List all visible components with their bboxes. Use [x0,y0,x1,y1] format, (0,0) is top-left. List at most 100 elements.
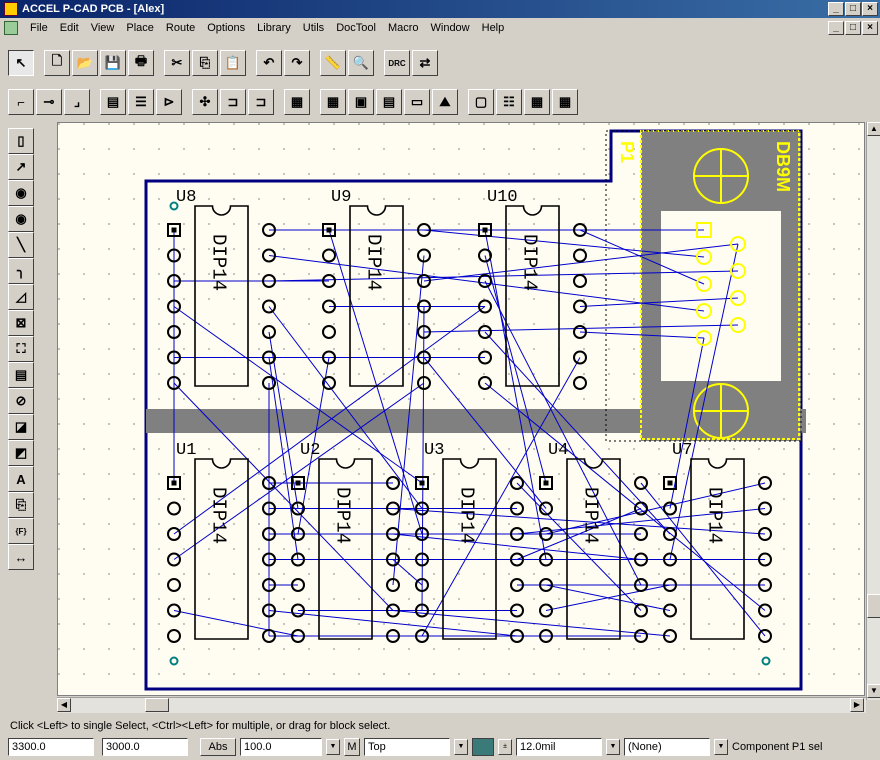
text-tool[interactable]: A [8,466,34,492]
net-select[interactable]: (None) [624,738,710,756]
polygon-tool[interactable]: ◿ [8,284,34,310]
doc-close-button[interactable]: × [862,21,878,35]
text-icon: A [16,471,26,487]
route-miter-button[interactable]: ⊳ [156,89,182,115]
print-button[interactable]: 🖶 [128,50,154,76]
width-spinner[interactable]: ± [498,739,512,755]
menu-library[interactable]: Library [251,22,297,34]
report-table-button[interactable]: ▦ [320,89,346,115]
horizontal-scrollbar[interactable]: ◀ ▶ [57,697,866,713]
close-button[interactable]: × [862,2,878,16]
grid-dropdown-button[interactable]: ▼ [326,739,340,755]
report-layers-button[interactable]: ▤ [376,89,402,115]
menu-help[interactable]: Help [476,22,511,34]
open-button[interactable]: 📂 [72,50,98,76]
component-tool[interactable]: ▯ [8,128,34,154]
scroll-right-button[interactable]: ▶ [850,698,864,712]
route-via-button[interactable]: ✣ [192,89,218,115]
doc-minimize-button[interactable]: _ [828,21,844,35]
connector-ref-label: P1 [617,141,637,163]
y-coordinate-field[interactable]: 3000.0 [102,738,188,756]
field-tool[interactable]: ◪ [8,414,34,440]
doc-restore-button[interactable]: □ [845,21,861,35]
selection-status: Component P1 sel [732,741,823,753]
net-dropdown-button[interactable]: ▼ [714,739,728,755]
arc-tool[interactable]: ╮ [8,258,34,284]
menu-doctool[interactable]: DocTool [330,22,382,34]
menu-view[interactable]: View [85,22,121,34]
menu-file[interactable]: File [24,22,54,34]
pad-tool[interactable]: ◉ [8,180,34,206]
route-push-button[interactable]: ☰ [128,89,154,115]
report-bom-button[interactable]: ☷ [496,89,522,115]
scroll-up-button[interactable]: ▲ [867,122,880,136]
x-coordinate-field[interactable]: 3300.0 [8,738,94,756]
report-3d-button[interactable]: ▦ [524,89,550,115]
m-button[interactable]: M [344,738,360,756]
width-select[interactable]: 12.0mil [516,738,602,756]
copy-button[interactable]: ⎘ [192,50,218,76]
via-tool[interactable]: ◉ [8,206,34,232]
menu-route[interactable]: Route [160,22,201,34]
width-dropdown-button[interactable]: ▼ [606,739,620,755]
component-ref-label: U4 [548,441,568,460]
cut-button[interactable]: ✂ [164,50,190,76]
menu-options[interactable]: Options [201,22,251,34]
route-autorouter-button[interactable]: ▦ [284,89,310,115]
menu-macro[interactable]: Macro [382,22,425,34]
cutout-tool[interactable]: ▤ [8,362,34,388]
minimize-button[interactable]: _ [828,2,844,16]
line-tool[interactable]: ╲ [8,232,34,258]
undo-button[interactable]: ↶ [256,50,282,76]
vertical-scroll-thumb[interactable] [867,594,880,618]
line-icon: ╲ [17,237,25,252]
menu-edit[interactable]: Edit [54,22,85,34]
redo-button[interactable]: ↷ [284,50,310,76]
vertical-scrollbar[interactable]: ▲ ▼ [866,122,880,700]
route-dense-button[interactable]: ⊐ [220,89,246,115]
route-optimize-button[interactable]: ⊐ [248,89,274,115]
maximize-button[interactable]: □ [845,2,861,16]
zoom-button[interactable]: 🔍 [348,50,374,76]
report-nets-button[interactable]: ▭ [404,89,430,115]
route-fanout-button[interactable]: ▤ [100,89,126,115]
scroll-down-button[interactable]: ▼ [867,684,880,698]
report-extra-button[interactable]: ▦ [552,89,578,115]
select-tool[interactable]: ↖ [8,50,34,76]
standard-toolbar: ↖ 🗋 📂 💾 🖶 ✂ ⎘ 📋 ↶ ↷ 📏 🔍 DRC ⇄ [8,50,438,76]
drc-button[interactable]: DRC [384,50,410,76]
paste-button[interactable]: 📋 [220,50,246,76]
menu-window[interactable]: Window [425,22,476,34]
layer-select[interactable]: Top [364,738,450,756]
layer-dropdown-button[interactable]: ▼ [454,739,468,755]
dimension-tool[interactable]: ↔ [8,544,34,570]
attribute-tool[interactable]: ⎘ [8,492,34,518]
keepout-tool[interactable]: ⛶ [8,336,34,362]
plane-tool[interactable]: ◩ [8,440,34,466]
prohibit-tool[interactable]: ⊘ [8,388,34,414]
grid-field[interactable]: 100.0 [240,738,322,756]
new-button[interactable]: 🗋 [44,50,70,76]
save-button[interactable]: 💾 [100,50,126,76]
connection-tool[interactable]: ↗ [8,154,34,180]
measure-button[interactable]: 📏 [320,50,346,76]
report-pads-button[interactable]: ▣ [348,89,374,115]
menu-utils[interactable]: Utils [297,22,330,34]
pcb-canvas[interactable]: P1 DB9M U8 DIP14 U9 DIP14 U10 DIP14 U1 DIP14 U2 DI… [57,122,865,696]
ref-point-tool[interactable]: {F} [8,518,34,544]
zoom-icon: 🔍 [352,55,370,70]
route-multi-button[interactable]: ⊸ [36,89,62,115]
pcb-drawing[interactable]: P1 DB9M U8 DIP14 U9 DIP14 U10 DIP14 U1 DIP14 U2 DI… [58,123,865,696]
copper-pour-tool[interactable]: ⊠ [8,310,34,336]
horizontal-scroll-thumb[interactable] [145,698,169,712]
layer-color-swatch[interactable] [472,738,494,756]
route-bus-button[interactable]: ⌟ [64,89,90,115]
netlist-button[interactable]: ⇄ [412,50,438,76]
scroll-left-button[interactable]: ◀ [57,698,71,712]
abs-button[interactable]: Abs [200,738,236,756]
route-manual-button[interactable]: ⌐ [8,89,34,115]
menu-place[interactable]: Place [120,22,160,34]
report-drc-button[interactable]: ⛰ [432,89,458,115]
report-hole-button[interactable]: ▢ [468,89,494,115]
document-icon[interactable] [4,21,18,35]
